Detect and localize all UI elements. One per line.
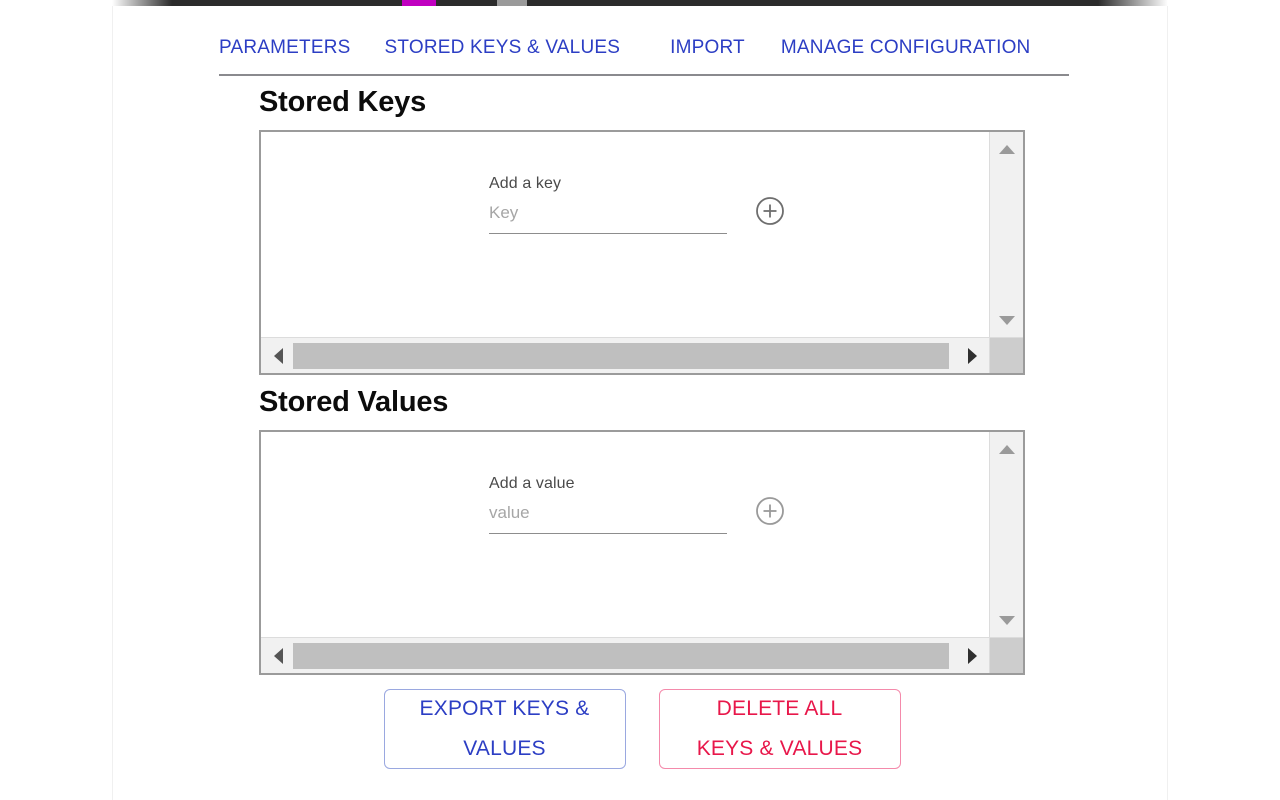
scroll-left-button[interactable] bbox=[263, 638, 293, 673]
action-bar: EXPORT KEYS & VALUES DELETE ALL KEYS & V… bbox=[259, 689, 1025, 784]
stored-keys-vertical-scrollbar[interactable] bbox=[989, 132, 1023, 337]
stored-keys-horizontal-scrollbar[interactable] bbox=[261, 337, 989, 373]
tab-manage-configuration[interactable]: MANAGE CONFIGURATION bbox=[781, 30, 1031, 57]
stored-keys-panel-body: Add a key bbox=[261, 132, 989, 337]
key-input[interactable] bbox=[489, 203, 727, 234]
tab-import[interactable]: IMPORT bbox=[670, 30, 745, 57]
triangle-up-icon bbox=[999, 144, 1015, 154]
tab-parameters[interactable]: PARAMETERS bbox=[219, 30, 351, 57]
scroll-down-button[interactable] bbox=[990, 607, 1023, 633]
stored-values-heading: Stored Values bbox=[259, 386, 449, 418]
delete-button-line-1: DELETE ALL bbox=[716, 697, 843, 720]
stored-values-panel: Add a value bbox=[259, 430, 1025, 675]
horizontal-scroll-thumb[interactable] bbox=[293, 643, 949, 669]
scroll-corner bbox=[989, 337, 1023, 373]
plus-circle-icon bbox=[756, 497, 784, 525]
add-value-field-group: Add a value bbox=[489, 476, 727, 534]
stored-keys-panel: Add a key bbox=[259, 130, 1025, 375]
scroll-corner bbox=[989, 637, 1023, 673]
triangle-right-icon bbox=[967, 648, 977, 664]
tab-bar: PARAMETERS STORED KEYS & VALUES IMPORT M… bbox=[219, 30, 1069, 76]
content-frame: PARAMETERS STORED KEYS & VALUES IMPORT M… bbox=[112, 6, 1168, 800]
triangle-right-icon bbox=[967, 348, 977, 364]
stored-values-horizontal-scrollbar[interactable] bbox=[261, 637, 989, 673]
triangle-up-icon bbox=[999, 444, 1015, 454]
triangle-down-icon bbox=[999, 615, 1015, 625]
add-value-button[interactable] bbox=[755, 496, 785, 526]
add-key-button[interactable] bbox=[755, 196, 785, 226]
scroll-down-button[interactable] bbox=[990, 307, 1023, 333]
tab-stored-keys-values[interactable]: STORED KEYS & VALUES bbox=[385, 30, 621, 57]
value-input[interactable] bbox=[489, 503, 727, 534]
horizontal-scroll-thumb[interactable] bbox=[293, 343, 949, 369]
add-value-label: Add a value bbox=[489, 475, 575, 492]
stored-values-vertical-scrollbar[interactable] bbox=[989, 432, 1023, 637]
delete-button-line-2: KEYS & VALUES bbox=[696, 737, 863, 760]
delete-all-keys-values-button[interactable]: DELETE ALL KEYS & VALUES bbox=[658, 689, 901, 769]
add-key-label: Add a key bbox=[489, 175, 562, 192]
scroll-left-button[interactable] bbox=[263, 338, 293, 373]
add-value-row: Add a value bbox=[489, 476, 785, 534]
plus-circle-icon bbox=[756, 197, 784, 225]
scroll-up-button[interactable] bbox=[990, 436, 1023, 462]
export-button-line-1: EXPORT KEYS & bbox=[419, 697, 590, 720]
stored-keys-heading: Stored Keys bbox=[259, 86, 427, 118]
stored-values-panel-body: Add a value bbox=[261, 432, 989, 637]
triangle-down-icon bbox=[999, 315, 1015, 325]
add-key-field-group: Add a key bbox=[489, 176, 727, 234]
export-button-line-2: VALUES bbox=[463, 737, 546, 760]
export-keys-values-button[interactable]: EXPORT KEYS & VALUES bbox=[383, 689, 626, 769]
scroll-right-button[interactable] bbox=[957, 338, 987, 373]
triangle-left-icon bbox=[273, 348, 283, 364]
triangle-left-icon bbox=[273, 648, 283, 664]
scroll-right-button[interactable] bbox=[957, 638, 987, 673]
scroll-up-button[interactable] bbox=[990, 136, 1023, 162]
add-key-row: Add a key bbox=[489, 176, 785, 234]
